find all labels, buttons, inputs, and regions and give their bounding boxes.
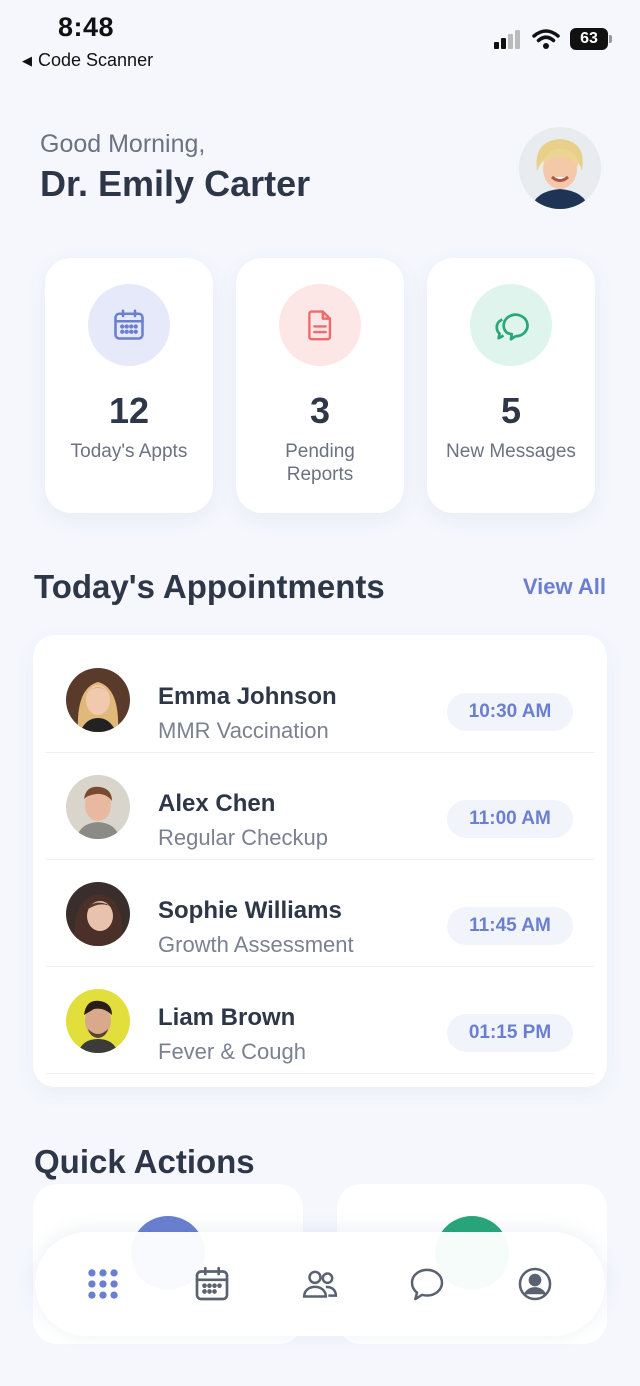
appointments-title: Today's Appointments bbox=[34, 568, 385, 605]
stat-card-messages[interactable]: 5 New Messages bbox=[427, 258, 595, 513]
stat-icon-circle bbox=[279, 284, 361, 366]
back-arrow-icon: ◀ bbox=[22, 52, 32, 68]
stat-label: Pending Reports bbox=[285, 441, 355, 485]
status-icons: 63 bbox=[494, 28, 612, 50]
appointment-time-badge: 11:00 AM bbox=[447, 800, 573, 838]
stat-number: 12 bbox=[108, 390, 150, 431]
chat-icon bbox=[410, 1268, 444, 1301]
nav-patients[interactable] bbox=[300, 1264, 340, 1304]
status-bar: 8:48 ◀ Code Scanner 63 bbox=[0, 0, 640, 80]
signal-icon bbox=[494, 30, 520, 49]
dashboard-icon bbox=[88, 1269, 118, 1299]
doctor-name: Dr. Emily Carter bbox=[40, 163, 311, 204]
stat-label: New Messages bbox=[446, 441, 576, 462]
back-label: Code Scanner bbox=[38, 50, 154, 70]
appointment-row[interactable]: Sophie Williams Growth Assessment 11:45 … bbox=[45, 861, 595, 967]
bottom-nav bbox=[35, 1232, 605, 1336]
appointments-list: Emma Johnson MMR Vaccination 10:30 AM Al… bbox=[33, 635, 607, 1087]
battery-icon: 63 bbox=[570, 28, 612, 50]
chat-icon bbox=[495, 313, 529, 341]
patient-name: Sophie Williams bbox=[158, 897, 342, 924]
stat-label: Today's Appts bbox=[70, 441, 188, 462]
appointment-type: MMR Vaccination bbox=[158, 718, 329, 743]
patient-avatar bbox=[66, 989, 130, 1053]
patient-name: Alex Chen bbox=[158, 790, 276, 817]
appointment-type: Fever & Cough bbox=[158, 1039, 306, 1064]
patient-avatar bbox=[66, 882, 130, 946]
patient-avatar bbox=[66, 668, 130, 732]
battery-level: 63 bbox=[580, 30, 598, 47]
doctor-avatar[interactable] bbox=[519, 127, 601, 209]
stat-icon-circle bbox=[470, 284, 552, 366]
stat-card-reports[interactable]: 3 Pending Reports bbox=[236, 258, 404, 513]
calendar-icon bbox=[114, 309, 144, 340]
back-to-app-link[interactable]: ◀ Code Scanner bbox=[22, 50, 153, 71]
wifi-icon bbox=[532, 29, 560, 49]
appointment-type: Regular Checkup bbox=[158, 825, 328, 850]
nav-dashboard[interactable] bbox=[83, 1264, 123, 1304]
appointment-row[interactable]: Alex Chen Regular Checkup 11:00 AM bbox=[45, 754, 595, 860]
stat-number: 5 bbox=[500, 390, 522, 431]
patient-avatar bbox=[66, 775, 130, 839]
patients-icon bbox=[302, 1270, 338, 1298]
appointment-type: Growth Assessment bbox=[158, 932, 354, 957]
appointment-row[interactable]: Emma Johnson MMR Vaccination 10:30 AM bbox=[45, 647, 595, 753]
patient-name: Emma Johnson bbox=[158, 683, 337, 710]
appointment-time-badge: 11:45 AM bbox=[447, 907, 573, 945]
patient-name: Liam Brown bbox=[158, 1004, 296, 1031]
stat-number: 3 bbox=[309, 390, 331, 431]
nav-messages[interactable] bbox=[407, 1264, 447, 1304]
status-time: 8:48 bbox=[58, 12, 115, 42]
appointment-time-badge: 01:15 PM bbox=[447, 1014, 573, 1052]
greeting-text: Good Morning, bbox=[40, 130, 206, 158]
calendar-icon bbox=[195, 1266, 229, 1301]
profile-icon bbox=[518, 1267, 552, 1301]
quick-actions-title: Quick Actions bbox=[34, 1143, 255, 1180]
stat-icon-circle bbox=[88, 284, 170, 366]
document-icon bbox=[308, 310, 332, 341]
stat-card-appointments[interactable]: 12 Today's Appts bbox=[45, 258, 213, 513]
nav-profile[interactable] bbox=[515, 1264, 555, 1304]
nav-calendar[interactable] bbox=[192, 1264, 232, 1304]
view-all-link[interactable]: View All bbox=[523, 574, 606, 600]
appointment-row[interactable]: Liam Brown Fever & Cough 01:15 PM bbox=[45, 968, 595, 1074]
appointment-time-badge: 10:30 AM bbox=[447, 693, 573, 731]
